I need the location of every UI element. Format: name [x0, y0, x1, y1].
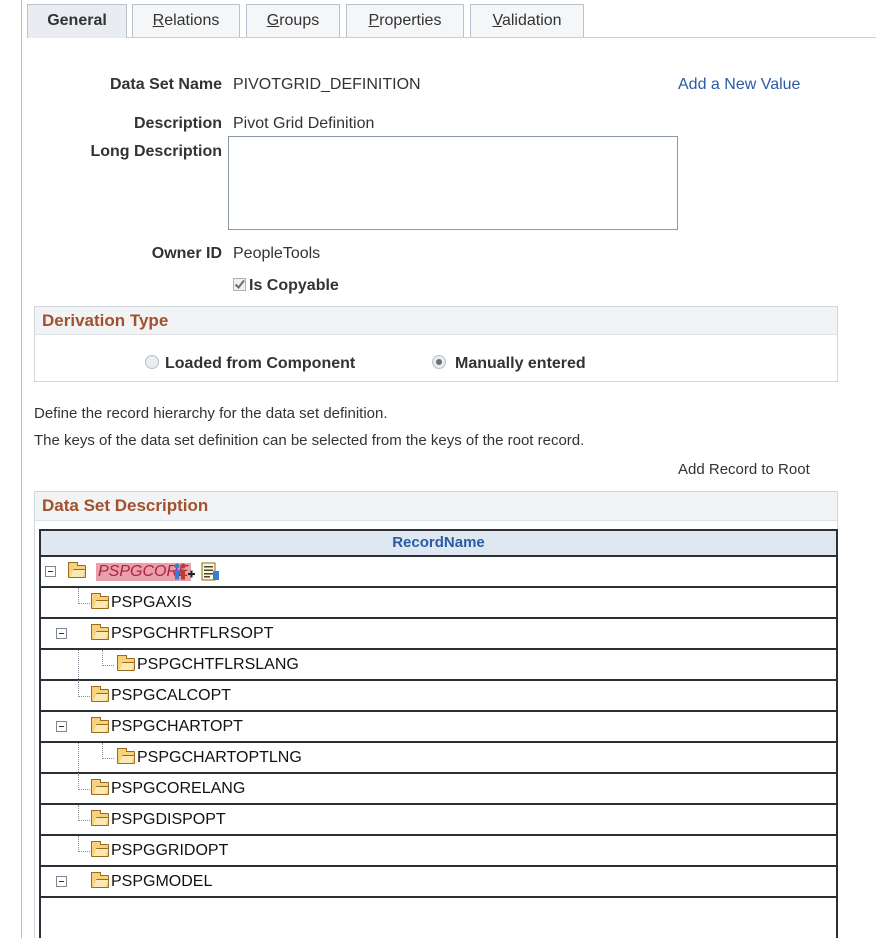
tree-connector [102, 665, 114, 666]
tree-row: PSPGCHARTOPT [41, 712, 836, 743]
tree-connector [78, 774, 79, 790]
open-folder-icon [91, 841, 109, 857]
open-folder-icon [91, 717, 109, 733]
add-child-record-icon[interactable] [172, 562, 196, 582]
tree-row: PSPGDISPOPT [41, 805, 836, 836]
collapse-icon[interactable] [56, 628, 67, 639]
recordname-column-header: RecordName [41, 531, 836, 557]
record-name[interactable]: PSPGCHARTOPT [111, 718, 243, 736]
tree-row: PSPGAXIS [41, 588, 836, 619]
manually-entered-label: Manually entered [455, 355, 586, 372]
long-description-label: Long Description [90, 143, 222, 160]
add-new-value-link[interactable]: Add a New Value [678, 76, 800, 94]
keys-info-text: The keys of the data set definition can … [34, 432, 585, 449]
derivation-type-title: Derivation Type [35, 307, 837, 335]
data-set-name-label: Data Set Name [109, 76, 222, 93]
tree-connector [78, 603, 90, 604]
open-folder-icon [91, 593, 109, 609]
record-name[interactable]: PSPGCHARTOPTLNG [137, 749, 302, 767]
open-folder-icon [68, 562, 86, 578]
derivation-type-group: Derivation Type [34, 306, 838, 382]
collapse-icon[interactable] [45, 566, 56, 577]
tree-connector [102, 758, 114, 759]
tree-connector [78, 805, 79, 821]
tree-row-root: PSPGCORE [41, 557, 836, 588]
tree-row: PSPGCHARTOPTLNG [41, 743, 836, 774]
open-folder-icon [91, 624, 109, 640]
tab-relations[interactable]: Relations [132, 4, 240, 37]
long-description-textarea[interactable] [228, 136, 678, 230]
open-folder-icon [91, 686, 109, 702]
record-properties-icon[interactable] [200, 562, 220, 582]
tree-connector [78, 851, 90, 852]
tree-row: PSPGCORELANG [41, 774, 836, 805]
checkmark-icon [234, 279, 245, 290]
tree-row: PSPGCALCOPT [41, 681, 836, 712]
tree-connector [78, 820, 90, 821]
tree-connector [78, 696, 90, 697]
record-name[interactable]: PSPGCORELANG [111, 780, 245, 798]
open-folder-icon [117, 748, 135, 764]
tree-row: PSPGGRIDOPT [41, 836, 836, 867]
tab-validation[interactable]: Validation [470, 4, 584, 37]
tree-row: PSPGCHTFLRSLANG [41, 650, 836, 681]
add-record-to-root-link[interactable]: Add Record to Root [678, 461, 810, 478]
tree-connector [78, 789, 90, 790]
tree-connector [102, 650, 103, 666]
data-set-description-title: Data Set Description [35, 492, 837, 521]
tab-groups[interactable]: Groups [246, 4, 340, 37]
description-label: Description [133, 115, 222, 132]
loaded-from-component-radio[interactable] [145, 355, 159, 369]
record-name[interactable]: PSPGCALCOPT [111, 687, 231, 705]
tab-general[interactable]: General [27, 4, 127, 38]
open-folder-icon [91, 872, 109, 888]
data-set-name-value: PIVOTGRID_DEFINITION [233, 76, 421, 93]
record-name[interactable]: PSPGCHTFLRSLANG [137, 656, 299, 674]
owner-id-value: PeopleTools [233, 245, 321, 262]
record-name[interactable]: PSPGCHRTFLRSOPT [111, 625, 273, 643]
tree-connector [78, 650, 79, 681]
record-name[interactable]: PSPGGRIDOPT [111, 842, 228, 860]
tree-connector [78, 681, 79, 697]
tree-row: PSPGMODEL [41, 867, 836, 898]
owner-id-label: Owner ID [151, 245, 222, 262]
tree-connector [102, 743, 103, 759]
tree-connector [78, 836, 79, 852]
is-copyable-checkbox[interactable] [233, 278, 246, 291]
record-name[interactable]: PSPGAXIS [111, 594, 192, 612]
tab-properties[interactable]: Properties [346, 4, 464, 37]
tree-connector [78, 743, 79, 774]
record-name[interactable]: PSPGDISPOPT [111, 811, 226, 829]
loaded-from-component-label: Loaded from Component [165, 355, 356, 372]
description-value: Pivot Grid Definition [233, 115, 375, 132]
collapse-icon[interactable] [56, 721, 67, 732]
record-name[interactable]: PSPGMODEL [111, 873, 212, 891]
is-copyable-label: Is Copyable [249, 277, 339, 294]
left-border [21, 0, 22, 938]
manually-entered-radio[interactable] [432, 355, 446, 369]
collapse-icon[interactable] [56, 876, 67, 887]
open-folder-icon [117, 655, 135, 671]
hierarchy-info-text: Define the record hierarchy for the data… [34, 405, 388, 422]
open-folder-icon [91, 779, 109, 795]
tab-bar-baseline [40, 37, 876, 38]
tree-row: PSPGCHRTFLRSOPT [41, 619, 836, 650]
tree-connector [78, 588, 79, 604]
open-folder-icon [91, 810, 109, 826]
